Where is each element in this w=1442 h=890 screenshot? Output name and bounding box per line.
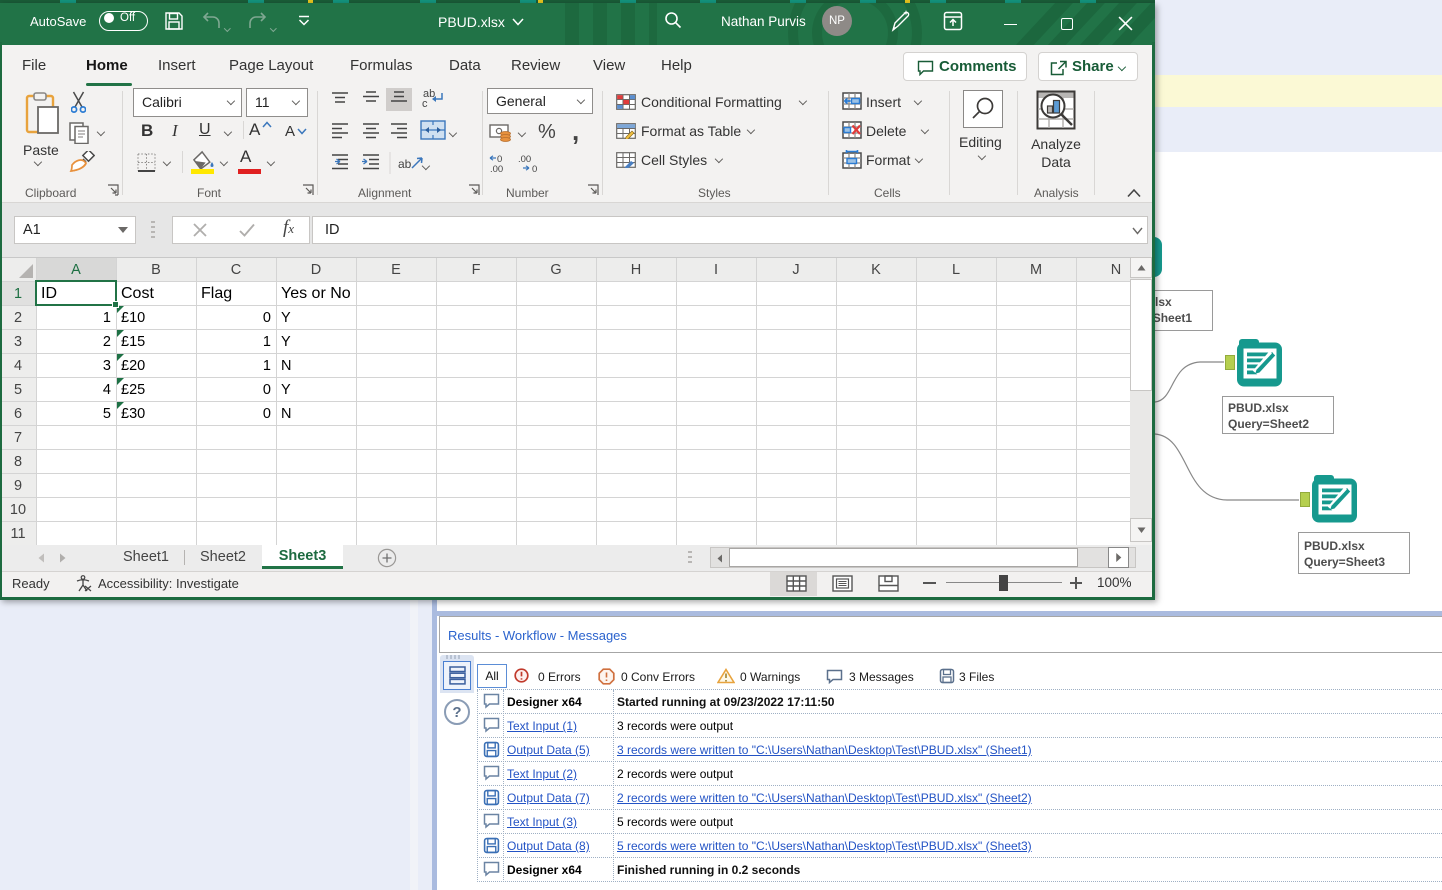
svg-text:11: 11 (10, 526, 25, 542)
svg-text:A: A (71, 262, 81, 278)
svg-text:J: J (792, 262, 799, 278)
svg-text:H: H (631, 262, 641, 278)
svg-text:1: 1 (14, 286, 22, 302)
svg-text:C: C (231, 262, 241, 278)
svg-text:L: L (952, 262, 960, 278)
svg-text:F: F (472, 262, 481, 278)
svg-text:Y: Y (281, 382, 291, 398)
svg-text:£10: £10 (121, 310, 145, 326)
svg-text:D: D (311, 262, 321, 278)
svg-text:c: c (422, 98, 428, 110)
svg-text:0: 0 (263, 310, 271, 326)
svg-text:0: 0 (263, 406, 271, 422)
svg-text:0: 0 (263, 382, 271, 398)
svg-text:£15: £15 (121, 334, 145, 350)
svg-text:£20: £20 (121, 358, 145, 374)
svg-text:N: N (281, 406, 291, 422)
svg-text:9: 9 (14, 478, 22, 494)
svg-text:4: 4 (103, 382, 111, 398)
svg-text:8: 8 (14, 454, 22, 470)
svg-text:5: 5 (103, 406, 111, 422)
svg-text:N: N (281, 358, 291, 374)
svg-text:5: 5 (14, 382, 22, 398)
svg-text:1: 1 (263, 334, 271, 350)
svg-text:£25: £25 (121, 382, 145, 398)
svg-text:?: ? (452, 704, 461, 721)
svg-text:M: M (1030, 262, 1042, 278)
svg-text:4: 4 (14, 358, 22, 374)
svg-text:ab: ab (398, 157, 412, 171)
svg-text:1: 1 (103, 310, 111, 326)
svg-text:7: 7 (14, 430, 22, 446)
svg-text:0: 0 (532, 164, 537, 174)
svg-text:.00: .00 (518, 154, 531, 165)
svg-text:N: N (1111, 262, 1121, 278)
svg-text:K: K (871, 262, 881, 278)
svg-text:.00: .00 (490, 164, 503, 174)
svg-text:10: 10 (10, 502, 26, 518)
svg-text:2: 2 (14, 310, 22, 326)
svg-text:3: 3 (103, 358, 111, 374)
svg-text:I: I (714, 262, 718, 278)
svg-text:3: 3 (14, 334, 22, 350)
svg-text:Y: Y (281, 310, 291, 326)
svg-text:1: 1 (263, 358, 271, 374)
svg-text:B: B (151, 262, 161, 278)
svg-text:E: E (391, 262, 401, 278)
svg-text:G: G (550, 262, 561, 278)
svg-text:2: 2 (103, 334, 111, 350)
svg-text:Y: Y (281, 334, 291, 350)
svg-text:6: 6 (14, 406, 22, 422)
svg-text:£30: £30 (121, 406, 145, 422)
